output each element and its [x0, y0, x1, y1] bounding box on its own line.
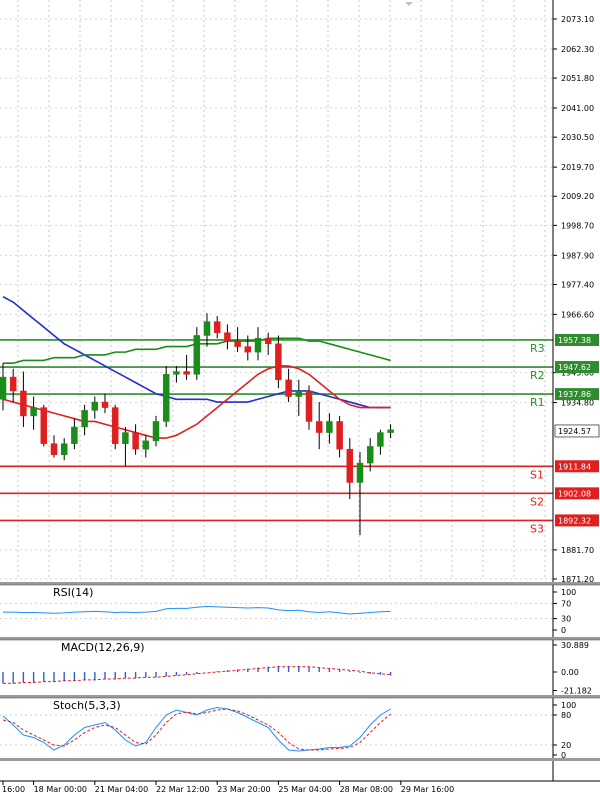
time-label: 25 Mar 04:00 [278, 785, 331, 794]
candle-body [326, 421, 333, 433]
bottom-separator [0, 758, 600, 761]
stoch-separator [0, 695, 600, 698]
candle-body [356, 462, 364, 483]
level-price-label: 1937.86 [558, 390, 591, 399]
rsi-tick-label: 100 [561, 588, 576, 597]
price-tick-label: 1987.90 [561, 251, 594, 260]
time-label: 16:00 [2, 785, 25, 794]
candle-body [71, 426, 78, 444]
level-price-label: 1947.62 [558, 363, 591, 372]
candle-body [315, 421, 323, 433]
price-tick-label: 2041.00 [561, 104, 594, 113]
rsi-tick-label: 30 [561, 615, 571, 624]
candle-body [111, 407, 119, 444]
price-tick-label: 2073.10 [561, 15, 594, 24]
chart-svg: 2073.10 2062.30 2051.80 2041.00 2030.50 2019.… [0, 0, 600, 794]
candle-body [264, 337, 272, 345]
price-tick-label: 1998.70 [561, 221, 594, 230]
price-tick-label: 1977.40 [561, 280, 594, 289]
macd-signal-line [3, 666, 391, 684]
stoch-tick-label: 100 [561, 701, 576, 710]
macd-tick-label: -21.182 [561, 687, 592, 696]
stoch-label: Stoch(5,3,3) [53, 699, 121, 712]
time-label: 22 Mar 12:00 [156, 785, 209, 794]
scroll-arrow-icon [405, 2, 413, 6]
candle-body [9, 376, 17, 392]
candle-body [60, 443, 68, 455]
candle-body [203, 321, 211, 336]
candle-body [162, 374, 170, 422]
price-tick-label: 2030.50 [561, 133, 594, 142]
current-price-label: 1924.57 [558, 427, 591, 436]
rsi-label: RSI(14) [53, 586, 93, 599]
macd-separator [0, 637, 600, 640]
time-label: 28 Mar 08:00 [340, 785, 393, 794]
candle-body [387, 429, 394, 433]
candle-body [183, 371, 190, 375]
candle-body [234, 340, 241, 347]
macd-tick-label: 30.889 [561, 641, 589, 650]
candle-body [0, 376, 7, 400]
stoch-k-line [2, 706, 391, 752]
candle-body [152, 421, 160, 442]
candle-body [295, 390, 303, 397]
rsi-separator [0, 582, 600, 585]
candle-body [285, 379, 292, 397]
stoch-tick-label: 20 [561, 741, 571, 750]
macd-label: MACD(12,26,9) [61, 641, 145, 654]
price-tick-label: 2019.70 [561, 163, 594, 172]
stoch-tick-label: 80 [561, 711, 571, 720]
candle-body [213, 321, 221, 333]
candle-body [173, 371, 180, 375]
candle-body [30, 407, 37, 417]
candle-body [81, 410, 88, 428]
rsi-line [3, 605, 391, 615]
candle-body [101, 401, 109, 408]
level-name-s1: S1 [530, 468, 544, 481]
price-tick-label: 2009.20 [561, 192, 594, 201]
level-name-s3: S3 [530, 522, 544, 535]
macd-tick-label: 0.00 [561, 668, 579, 677]
candle-body [40, 407, 48, 444]
price-tick-label: 2051.80 [561, 74, 594, 83]
level-name-r1: R1 [530, 396, 545, 409]
candle-body [224, 332, 231, 342]
candle-body [91, 401, 99, 411]
level-price-label: 1892.32 [558, 516, 591, 525]
candle-body [305, 390, 313, 422]
time-label: 18 Mar 00:00 [34, 785, 87, 794]
price-tick-label: 2062.30 [561, 45, 594, 54]
candle-body [346, 448, 354, 483]
candle-body [50, 443, 58, 455]
level-price-label: 1902.08 [558, 489, 591, 498]
price-tick-label: 1881.70 [561, 546, 594, 555]
level-price-label: 1911.84 [558, 462, 591, 471]
candle-body [132, 432, 139, 450]
level-name-r2: R2 [530, 369, 545, 382]
candle-body [377, 432, 384, 447]
candle-body [244, 346, 252, 353]
rsi-tick-label: 0 [561, 626, 566, 635]
candle-body [193, 335, 201, 375]
price-tick-label: 1966.60 [561, 310, 594, 319]
level-name-s2: S2 [530, 495, 544, 508]
chart: 2073.10 2062.30 2051.80 2041.00 2030.50 2019.… [0, 0, 600, 801]
time-label: 23 Mar 20:00 [217, 785, 270, 794]
level-name-r3: R3 [530, 342, 545, 355]
candle-body [275, 343, 282, 381]
candle-body [336, 421, 343, 450]
rsi-tick-label: 70 [561, 599, 571, 608]
candle-body [254, 337, 262, 353]
time-label: 29 Mar 16:00 [401, 785, 454, 794]
time-label: 21 Mar 04:00 [95, 785, 148, 794]
candle-body [122, 432, 129, 444]
level-price-label: 1957.38 [558, 336, 591, 345]
candle-body [142, 440, 150, 450]
candle-body [366, 446, 374, 464]
candle-body [20, 390, 27, 417]
